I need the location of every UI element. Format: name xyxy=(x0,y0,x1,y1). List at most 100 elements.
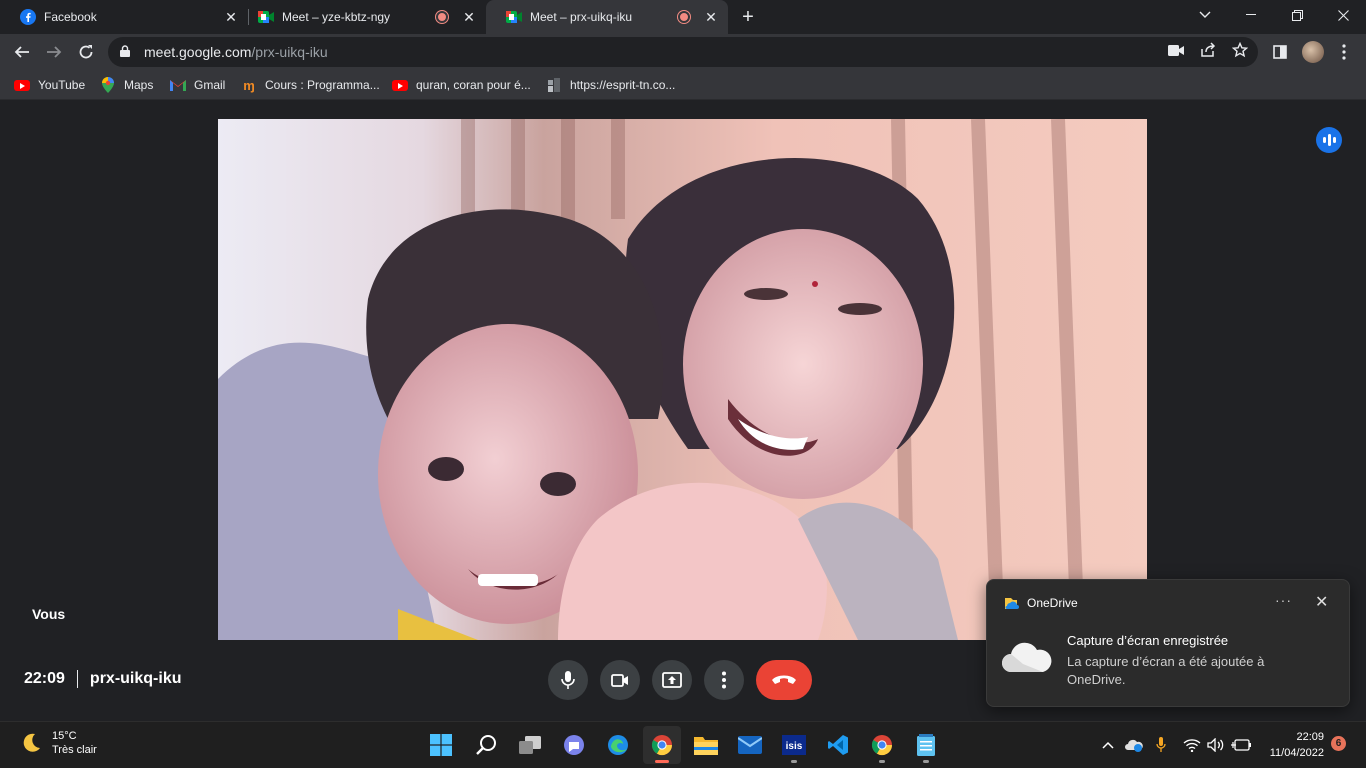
task-view-icon xyxy=(519,736,541,754)
system-clock[interactable]: 22:09 11/04/2022 xyxy=(1262,729,1324,761)
cloud-icon xyxy=(1001,638,1053,676)
weather-widget[interactable]: 15°C Très clair xyxy=(20,730,97,756)
bookmark-youtube[interactable]: YouTube xyxy=(14,76,85,94)
camera-in-use-icon[interactable] xyxy=(1167,41,1185,59)
profile-avatar[interactable] xyxy=(1302,41,1324,63)
google-meet-icon xyxy=(258,9,274,25)
url-path: /prx-uikq-iku xyxy=(251,44,328,60)
weather-description: Très clair xyxy=(52,744,97,756)
toast-more-options-icon[interactable]: ··· xyxy=(1275,592,1292,608)
google-meet-icon xyxy=(506,9,522,25)
bookmark-label: Maps xyxy=(124,78,154,92)
share-icon[interactable] xyxy=(1199,41,1217,59)
bookmarks-bar: YouTube Maps Gmail ɱ Cours : Programma..… xyxy=(0,70,1366,100)
facebook-icon xyxy=(20,9,36,25)
bookmark-gmail[interactable]: Gmail xyxy=(170,76,225,94)
isis-app-button[interactable]: isis xyxy=(775,726,813,764)
present-screen-button[interactable] xyxy=(652,660,692,700)
restore-button[interactable] xyxy=(1274,0,1320,30)
close-tab-icon[interactable]: ✕ xyxy=(704,10,718,24)
mail-icon xyxy=(738,736,762,754)
search-icon xyxy=(476,735,496,755)
reload-button[interactable] xyxy=(72,38,100,66)
running-app-indicator xyxy=(879,760,885,763)
file-explorer-button[interactable] xyxy=(687,726,725,764)
isis-icon: isis xyxy=(782,735,806,755)
tab-title: Facebook xyxy=(44,10,97,24)
vscode-button[interactable] xyxy=(819,726,857,764)
bookmark-esprit[interactable]: https://esprit-tn.co... xyxy=(546,76,675,94)
chrome-button[interactable] xyxy=(643,726,681,764)
bookmark-maps[interactable]: Maps xyxy=(100,76,153,94)
notepad-button[interactable] xyxy=(907,726,945,764)
minimize-button[interactable] xyxy=(1228,0,1274,30)
toast-app-name: OneDrive xyxy=(1027,596,1078,610)
close-window-button[interactable] xyxy=(1320,0,1366,30)
tab-search-button[interactable] xyxy=(1182,0,1228,30)
battery-icon[interactable] xyxy=(1230,735,1252,755)
moon-icon xyxy=(23,733,40,752)
running-app-indicator xyxy=(923,760,929,763)
notification-count-badge[interactable]: 6 xyxy=(1331,736,1346,751)
onedrive-tray-icon[interactable] xyxy=(1124,735,1144,755)
bookmark-cours-programmation[interactable]: ɱ Cours : Programma... xyxy=(241,76,380,94)
side-panel-icon[interactable] xyxy=(1270,42,1290,62)
microphone-button[interactable] xyxy=(548,660,588,700)
tab-meet-yze-kbtz-ngy[interactable]: Meet – yze-kbtz-ngy ✕ xyxy=(238,0,486,34)
toast-close-icon[interactable]: ✕ xyxy=(1315,592,1328,612)
back-button[interactable] xyxy=(8,38,36,66)
search-button[interactable] xyxy=(467,726,505,764)
bookmark-label: quran, coran pour é... xyxy=(416,78,531,92)
video-frame-illustration xyxy=(218,119,1147,640)
teams-chat-button[interactable] xyxy=(555,726,593,764)
lock-icon xyxy=(120,44,134,60)
onedrive-app-icon xyxy=(1003,595,1019,611)
vscode-icon xyxy=(828,735,848,755)
more-options-button[interactable] xyxy=(704,660,744,700)
bookmark-quran[interactable]: quran, coran pour é... xyxy=(392,76,531,94)
bookmark-label: YouTube xyxy=(38,78,86,92)
onedrive-notification[interactable]: OneDrive ··· ✕ Capture d’écran enregistr… xyxy=(986,579,1350,707)
chrome-icon xyxy=(651,735,673,756)
recording-indicator-icon xyxy=(678,11,690,23)
microphone-in-use-icon[interactable] xyxy=(1152,735,1170,755)
meeting-code[interactable]: prx-uikq-iku xyxy=(90,670,182,688)
tab-meet-prx-uikq-iku[interactable]: Meet – prx-uikq-iku ✕ xyxy=(486,0,728,34)
address-bar[interactable]: meet.google.com/prx-uikq-iku xyxy=(108,37,1258,67)
browser-toolbar: meet.google.com/prx-uikq-iku xyxy=(0,34,1366,70)
chrome-profile-button[interactable] xyxy=(863,726,901,764)
mail-button[interactable] xyxy=(731,726,769,764)
chrome-icon xyxy=(871,735,893,756)
task-view-button[interactable] xyxy=(511,726,549,764)
wifi-icon[interactable] xyxy=(1182,735,1202,755)
leave-call-button[interactable] xyxy=(756,660,812,700)
clock-time: 22:09 xyxy=(1296,731,1324,743)
toast-title: Capture d’écran enregistrée xyxy=(1067,633,1229,648)
chat-icon xyxy=(564,735,584,755)
clock-date: 11/04/2022 xyxy=(1269,747,1324,759)
edge-button[interactable] xyxy=(599,726,637,764)
windows-logo-icon xyxy=(430,734,452,756)
more-vertical-icon xyxy=(722,671,726,689)
forward-button[interactable] xyxy=(40,38,68,66)
self-label: Vous xyxy=(32,606,66,622)
url-host: meet.google.com xyxy=(144,44,252,60)
gmail-icon xyxy=(170,77,186,93)
close-tab-icon[interactable]: ✕ xyxy=(462,10,476,24)
tab-facebook[interactable]: Facebook ✕ xyxy=(0,0,248,34)
maps-icon xyxy=(100,77,116,93)
camera-button[interactable] xyxy=(600,660,640,700)
bookmark-star-icon[interactable] xyxy=(1231,41,1249,59)
show-hidden-icons-chevron-icon[interactable] xyxy=(1100,735,1116,755)
self-video-feed xyxy=(218,119,1147,640)
folder-icon xyxy=(694,737,718,755)
close-tab-icon[interactable]: ✕ xyxy=(224,10,238,24)
new-tab-button[interactable]: + xyxy=(738,6,758,28)
site-icon xyxy=(546,77,562,93)
chrome-menu-icon[interactable] xyxy=(1334,42,1354,62)
tab-title: Meet – yze-kbtz-ngy xyxy=(282,10,391,24)
weather-temperature: 15°C xyxy=(52,730,77,742)
bookmark-label: Cours : Programma... xyxy=(265,78,380,92)
volume-icon[interactable] xyxy=(1206,735,1226,755)
start-button[interactable] xyxy=(422,726,460,764)
